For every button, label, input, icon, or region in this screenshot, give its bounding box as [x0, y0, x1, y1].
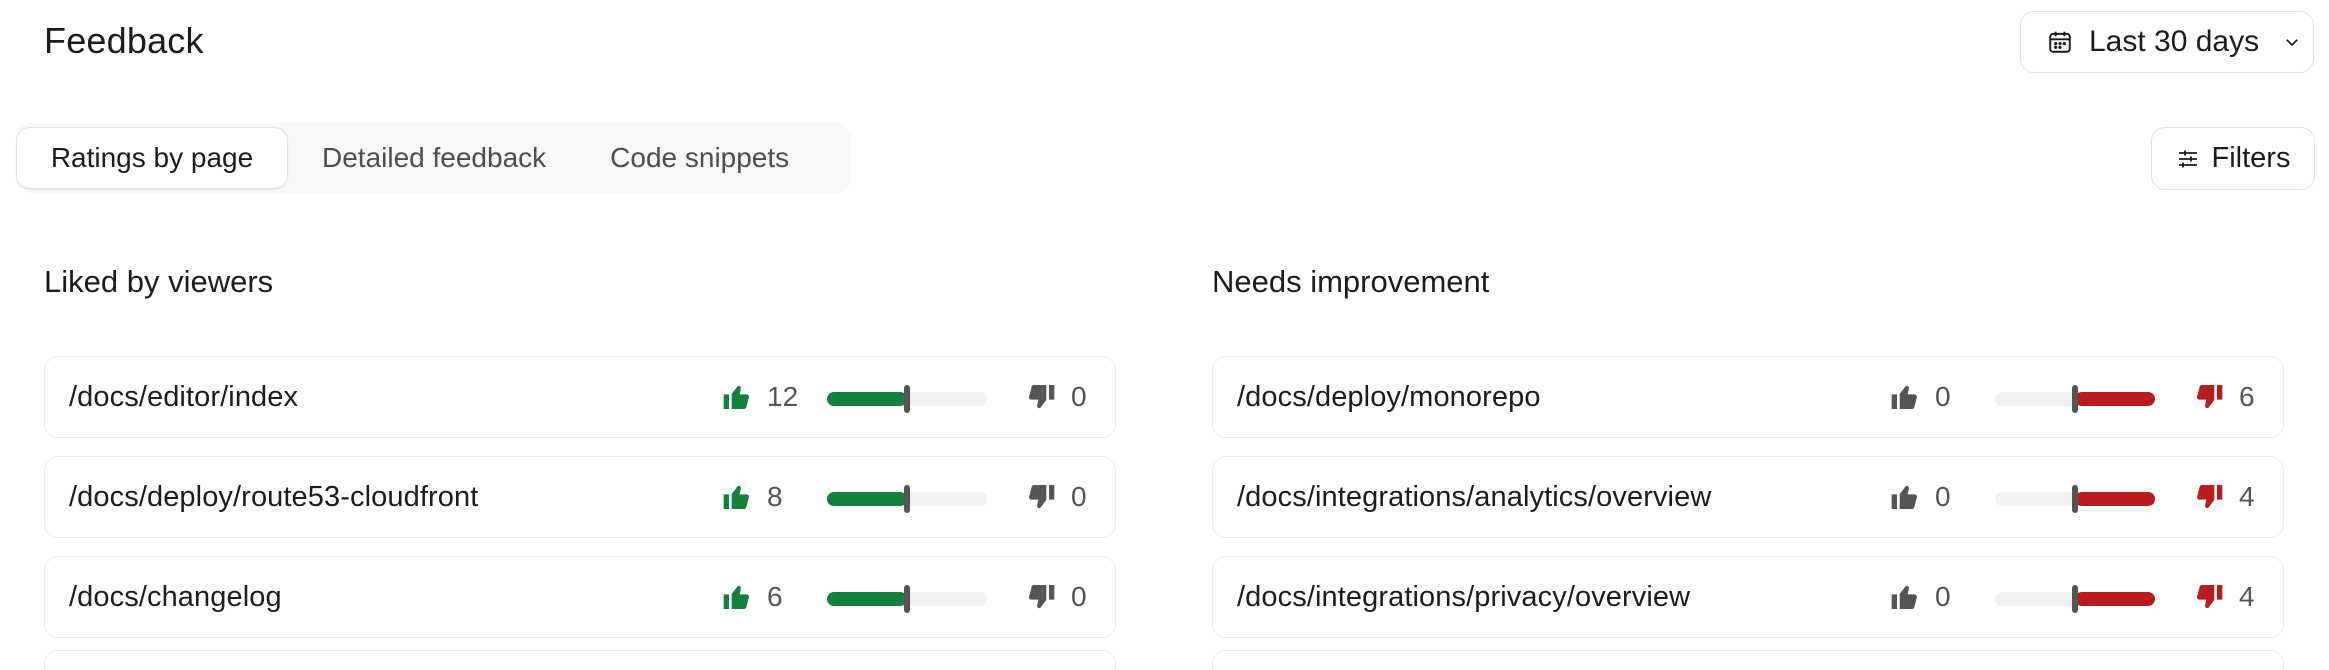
- dislikes-count: 0: [1071, 381, 1087, 412]
- rating-bar-center-marker: [904, 485, 910, 513]
- filters-label: Filters: [2211, 142, 2291, 174]
- date-range-label: Last 30 days: [2089, 25, 2260, 58]
- page-path: /docs/integrations/privacy/overview: [1237, 580, 1691, 613]
- thumbs-down-icon: [2193, 481, 2225, 513]
- likes-count: 0: [1935, 481, 1951, 512]
- page-title: Feedback: [44, 20, 204, 61]
- list-item[interactable]: /docs/integrations/analytics/overview 0 4: [1212, 456, 2284, 538]
- likes-count: 12: [767, 381, 799, 412]
- page-path: /docs/integrations/analytics/overview: [1237, 480, 1712, 513]
- rating-bar-fill: [827, 492, 907, 506]
- likes-count: 8: [767, 481, 783, 512]
- rating-bar-center-marker: [904, 385, 910, 413]
- thumbs-up-icon: [721, 581, 753, 613]
- rating-bar: [1995, 385, 2155, 413]
- list-item-partial[interactable]: [44, 650, 1116, 670]
- rating-bar-center-marker: [2072, 585, 2078, 613]
- needs-section-title: Needs improvement: [1212, 264, 1490, 299]
- thumbs-down-icon: [2193, 581, 2225, 613]
- rating-bar-fill: [2075, 592, 2155, 606]
- thumbs-down-icon: [1025, 581, 1057, 613]
- thumbs-up-icon: [721, 381, 753, 413]
- list-item[interactable]: /docs/editor/index 12 0: [44, 356, 1116, 438]
- dislikes-count: 0: [1071, 481, 1087, 512]
- rating-bar: [1995, 585, 2155, 613]
- rating-bar-center-marker: [904, 585, 910, 613]
- tab-ratings-by-page[interactable]: Ratings by page: [16, 127, 288, 189]
- list-item[interactable]: /docs/deploy/route53-cloudfront 8 0: [44, 456, 1116, 538]
- rating-bar: [827, 385, 987, 413]
- calendar-icon: [2049, 31, 2071, 53]
- rating-bar-fill: [827, 592, 907, 606]
- dislikes-count: 6: [2239, 381, 2255, 412]
- page-path: /docs/changelog: [69, 580, 282, 613]
- dislikes-count: 4: [2239, 481, 2255, 512]
- page-path: /docs/deploy/monorepo: [1237, 380, 1541, 413]
- rating-bar-fill: [827, 392, 907, 406]
- thumbs-up-icon: [1889, 381, 1921, 413]
- filters-button[interactable]: Filters: [2151, 127, 2315, 190]
- likes-count: 6: [767, 581, 783, 612]
- chevron-down-icon: [2286, 39, 2298, 47]
- list-item[interactable]: /docs/changelog 6 0: [44, 556, 1116, 638]
- likes-count: 0: [1935, 381, 1951, 412]
- thumbs-down-icon: [2193, 381, 2225, 413]
- dislikes-count: 4: [2239, 581, 2255, 612]
- date-range-button[interactable]: Last 30 days: [2020, 11, 2314, 73]
- tab-code-snippets[interactable]: Code snippets: [610, 127, 789, 189]
- page-path: /docs/editor/index: [69, 380, 299, 413]
- thumbs-up-icon: [1889, 481, 1921, 513]
- thumbs-down-icon: [1025, 381, 1057, 413]
- list-item[interactable]: /docs/integrations/privacy/overview 0 4: [1212, 556, 2284, 638]
- liked-section-title: Liked by viewers: [44, 264, 274, 299]
- thumbs-up-icon: [721, 481, 753, 513]
- rating-bar-center-marker: [2072, 485, 2078, 513]
- list-item-partial[interactable]: [1212, 650, 2284, 670]
- rating-bar-fill: [2075, 492, 2155, 506]
- list-item[interactable]: /docs/deploy/monorepo 0 6: [1212, 356, 2284, 438]
- sliders-icon: [2178, 150, 2197, 167]
- likes-count: 0: [1935, 581, 1951, 612]
- view-tabs: Ratings by page Detailed feedback Code s…: [16, 123, 851, 193]
- rating-bar: [827, 485, 987, 513]
- rating-bar: [1995, 485, 2155, 513]
- thumbs-down-icon: [1025, 481, 1057, 513]
- rating-bar: [827, 585, 987, 613]
- tab-detailed-feedback[interactable]: Detailed feedback: [322, 127, 546, 189]
- thumbs-up-icon: [1889, 581, 1921, 613]
- page-path: /docs/deploy/route53-cloudfront: [69, 480, 479, 513]
- rating-bar-center-marker: [2072, 385, 2078, 413]
- dislikes-count: 0: [1071, 581, 1087, 612]
- rating-bar-fill: [2075, 392, 2155, 406]
